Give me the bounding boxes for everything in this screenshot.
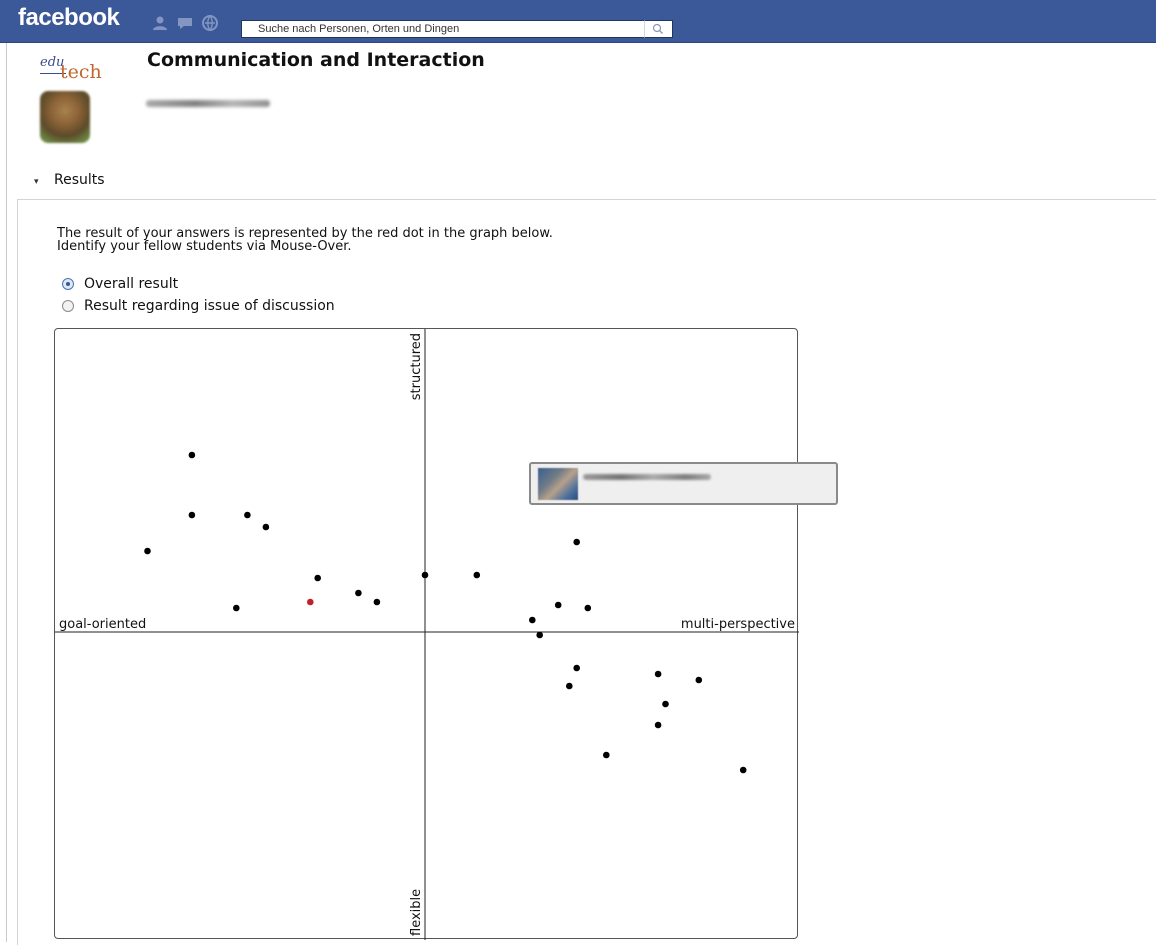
axis-label-goal-oriented: goal-oriented xyxy=(59,617,146,632)
student-dot[interactable] xyxy=(654,721,662,729)
page-left-border xyxy=(6,43,7,942)
student-dot[interactable] xyxy=(421,571,429,579)
student-dot[interactable] xyxy=(355,589,362,597)
radio-label-issue: Result regarding issue of discussion xyxy=(84,298,335,314)
edutech-logo: edu tech xyxy=(38,52,118,88)
search-button[interactable] xyxy=(644,20,673,38)
student-dot[interactable] xyxy=(188,511,196,519)
user-name-blurred xyxy=(146,100,270,107)
search-placeholder: Suche nach Personen, Orten und Dingen xyxy=(258,23,460,35)
student-dot[interactable] xyxy=(529,616,536,624)
student-dot[interactable] xyxy=(573,538,580,546)
radio-button-unchecked[interactable] xyxy=(62,300,74,312)
axis-label-multi-perspective: multi-perspective xyxy=(681,617,795,632)
radio-overall-result[interactable]: Overall result xyxy=(62,276,178,292)
student-dot[interactable] xyxy=(144,547,151,555)
student-dot[interactable] xyxy=(654,670,662,678)
student-dot[interactable] xyxy=(536,631,543,639)
axis-label-flexible: flexible xyxy=(409,889,424,936)
intro-line-2: Identify your fellow students via Mouse-… xyxy=(57,239,352,254)
student-dot[interactable] xyxy=(662,700,669,708)
student-dot[interactable] xyxy=(695,676,703,684)
radio-issue-of-discussion[interactable]: Result regarding issue of discussion xyxy=(62,298,335,314)
user-avatar[interactable] xyxy=(40,91,90,143)
student-dot[interactable] xyxy=(554,601,562,609)
search-icon xyxy=(652,23,663,34)
student-dot[interactable] xyxy=(233,604,240,612)
results-intro: The result of your answers is represente… xyxy=(57,227,757,253)
student-name-blurred xyxy=(583,474,711,480)
facebook-logo[interactable]: facebook xyxy=(18,4,120,32)
messages-icon[interactable] xyxy=(176,14,194,32)
search-input[interactable]: Suche nach Personen, Orten und Dingen xyxy=(241,20,673,38)
student-dot[interactable] xyxy=(603,751,610,759)
student-dot[interactable] xyxy=(739,766,747,774)
scatter-svg: goal-oriented multi-perspective structur… xyxy=(55,329,799,940)
student-dot[interactable] xyxy=(314,574,322,582)
radio-button-checked[interactable] xyxy=(62,278,74,290)
friend-requests-icon[interactable] xyxy=(151,14,169,32)
radio-label-overall: Overall result xyxy=(84,276,179,292)
student-dot[interactable] xyxy=(262,523,270,531)
logo-tech-text: tech xyxy=(60,61,102,83)
student-dot[interactable] xyxy=(573,664,580,672)
student-dot[interactable] xyxy=(188,451,196,459)
page-title: Communication and Interaction xyxy=(147,49,485,71)
notifications-icon[interactable] xyxy=(201,14,219,32)
axis-label-structured: structured xyxy=(409,333,424,400)
student-dot[interactable] xyxy=(244,511,251,519)
student-dot[interactable] xyxy=(584,604,592,612)
facebook-top-bar: facebook Suche nach Personen, Orten und … xyxy=(0,0,1156,43)
collapse-arrow-icon[interactable]: ▾ xyxy=(34,177,39,187)
results-title[interactable]: Results xyxy=(54,172,105,188)
results-panel-header[interactable] xyxy=(17,165,1156,200)
results-scatter-plot: goal-oriented multi-perspective structur… xyxy=(54,328,799,940)
student-dot[interactable] xyxy=(473,571,481,579)
student-dot[interactable] xyxy=(373,598,381,606)
student-avatar xyxy=(538,468,578,500)
student-dot[interactable] xyxy=(566,682,573,690)
student-tooltip xyxy=(529,462,838,505)
own-result-dot[interactable] xyxy=(307,598,314,606)
